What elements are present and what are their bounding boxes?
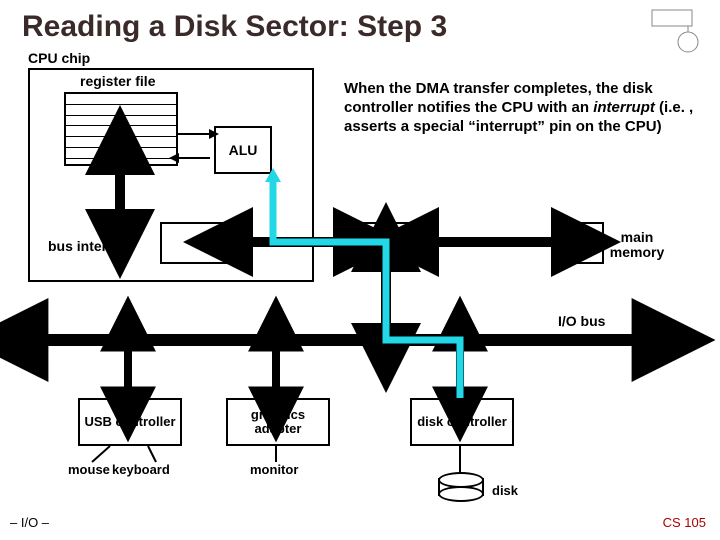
caption-emphasis: interrupt — [593, 99, 655, 116]
slide-title: Reading a Disk Sector: Step 3 — [22, 10, 447, 44]
usb-controller-box: USB controller — [78, 398, 182, 446]
bus-interface-box — [160, 222, 244, 264]
cpu-chip-label: CPU chip — [28, 50, 90, 66]
corner-logo-icon — [650, 8, 710, 56]
mouse-label: mouse — [68, 462, 110, 477]
main-memory-box — [564, 222, 604, 264]
monitor-label: monitor — [250, 462, 298, 477]
register-file-box — [64, 92, 178, 166]
caption-text: When the DMA transfer completes, the dis… — [344, 80, 694, 136]
io-bus-label: I/O bus — [558, 313, 605, 329]
bridge-box — [346, 222, 430, 264]
bus-interface-label: bus interface — [48, 238, 135, 254]
disk-controller-box: disk controller — [410, 398, 514, 446]
register-file-label: register file — [80, 73, 155, 89]
disk-icon — [438, 472, 484, 502]
main-memory-label: main memory — [607, 230, 667, 261]
disk-label: disk — [492, 483, 518, 498]
keyboard-label: keyboard — [112, 462, 170, 477]
footer-left: – I/O – — [10, 515, 49, 530]
footer-right: CS 105 — [663, 515, 706, 530]
alu-box: ALU — [214, 126, 272, 174]
graphics-adapter-box: graphics adapter — [226, 398, 330, 446]
